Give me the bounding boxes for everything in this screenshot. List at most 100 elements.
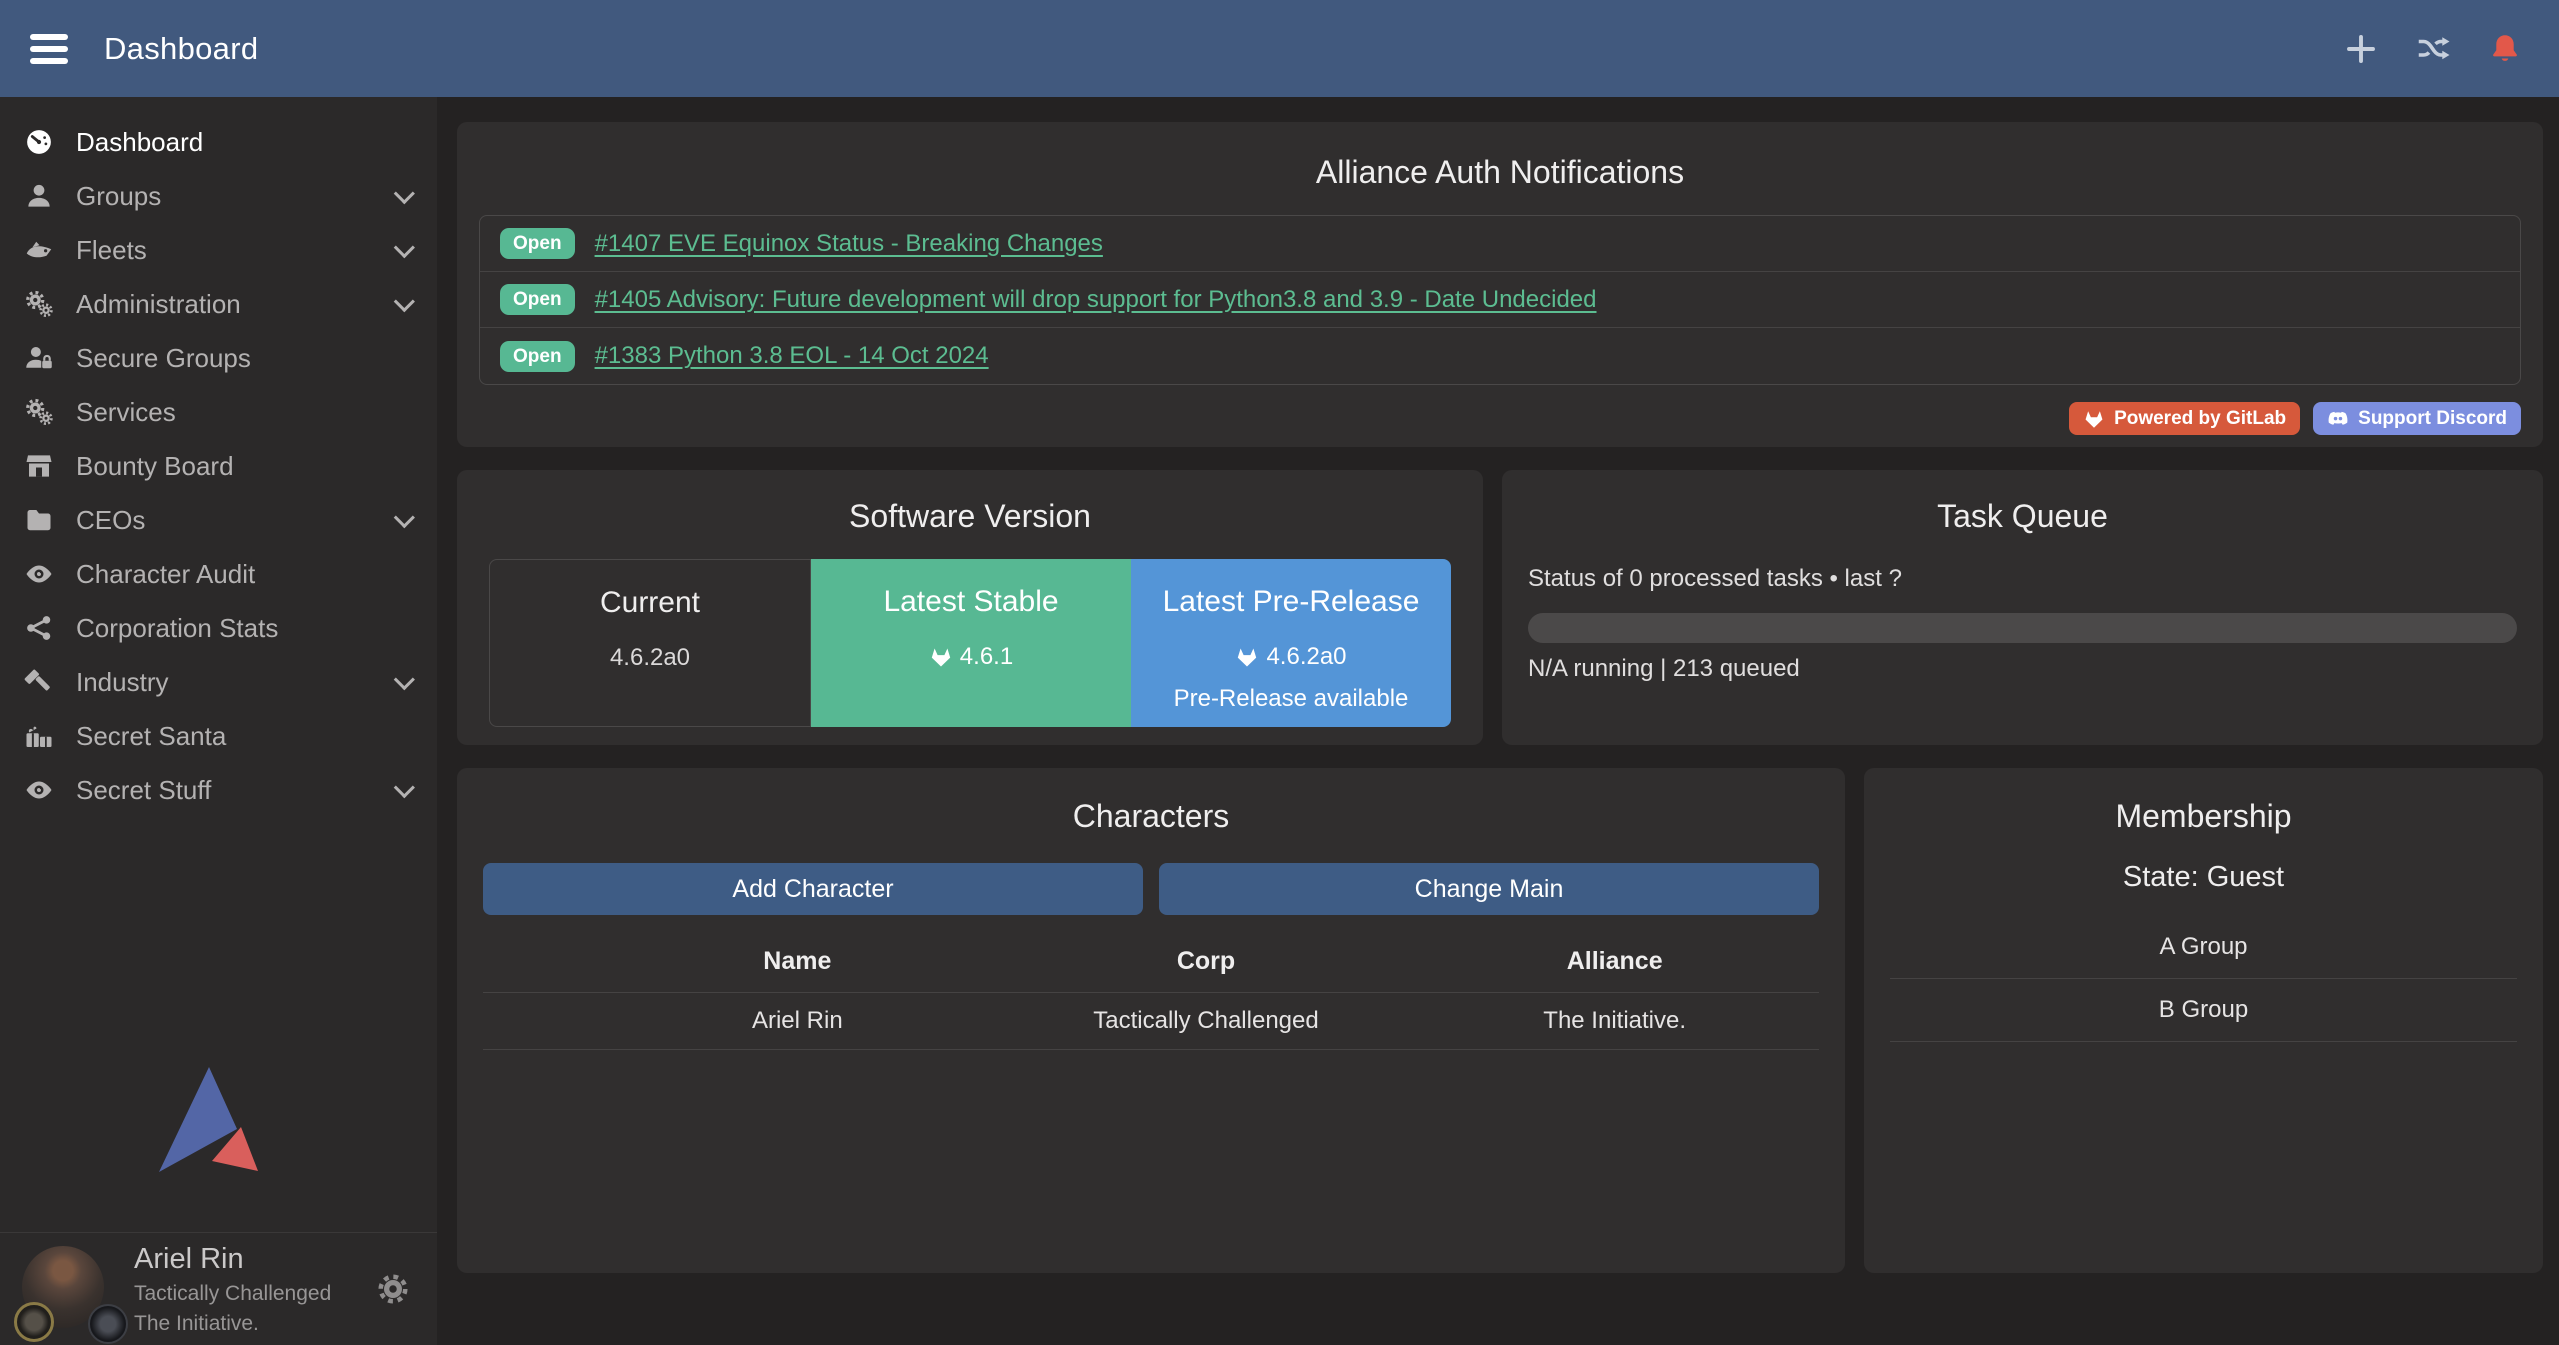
share-nodes-icon [24, 613, 54, 643]
sidebar-item-label: Dashboard [76, 127, 417, 158]
sidebar-item-label: Groups [76, 181, 394, 212]
sidebar-item-fleets[interactable]: Fleets [0, 223, 437, 277]
support-discord-badge[interactable]: Support Discord [2313, 402, 2521, 435]
sidebar-item-label: Bounty Board [76, 451, 417, 482]
membership-title: Membership [1890, 798, 2517, 835]
sidebar-item-secret-santa[interactable]: Secret Santa [0, 709, 437, 763]
chevron-down-icon [394, 183, 415, 204]
gifts-icon [24, 721, 54, 751]
status-badge-open: Open [500, 228, 575, 259]
add-character-button[interactable]: Add Character [483, 863, 1143, 915]
software-version-columns: Current 4.6.2a0 Latest Stable 4.6.1 Late… [489, 559, 1451, 727]
user-panel: Ariel Rin Tactically Challenged The Init… [0, 1232, 437, 1345]
top-navbar: Dashboard [0, 0, 2559, 97]
membership-state: State: Guest [1890, 861, 2517, 894]
chevron-down-icon [394, 237, 415, 258]
sidebar-item-administration[interactable]: Administration [0, 277, 437, 331]
notifications-title: Alliance Auth Notifications [479, 154, 2521, 191]
membership-group: B Group [1890, 979, 2517, 1042]
main-content: Alliance Auth Notifications Open #1407 E… [437, 97, 2559, 1345]
software-version-panel: Software Version Current 4.6.2a0 Latest … [457, 470, 1483, 745]
sidebar-item-character-audit[interactable]: Character Audit [0, 547, 437, 601]
folder-icon [24, 505, 54, 535]
column-title: Latest Pre-Release [1131, 585, 1451, 619]
sidebar-item-secure-groups[interactable]: Secure Groups [0, 331, 437, 385]
current-version: 4.6.2a0 [490, 644, 810, 672]
sidebar-item-services[interactable]: Services [0, 385, 437, 439]
pre-release-version[interactable]: 4.6.2a0 [1131, 643, 1451, 671]
software-current-column: Current 4.6.2a0 [489, 559, 811, 727]
sidebar-item-corporation-stats[interactable]: Corporation Stats [0, 601, 437, 655]
sidebar-item-groups[interactable]: Groups [0, 169, 437, 223]
character-alliance: The Initiative. [1410, 1007, 1819, 1035]
notification-list: Open #1407 EVE Equinox Status - Breaking… [479, 215, 2521, 385]
user-info: Ariel Rin Tactically Challenged The Init… [134, 1243, 375, 1336]
notification-row: Open #1383 Python 3.8 EOL - 14 Oct 2024 [480, 328, 2520, 384]
gitlab-icon [929, 645, 953, 669]
gitlab-icon [1235, 645, 1259, 669]
badge-label: Support Discord [2358, 408, 2507, 430]
sidebar-item-secret-stuff[interactable]: Secret Stuff [0, 763, 437, 817]
version-text: 4.6.1 [960, 643, 1013, 671]
chevron-down-icon [394, 507, 415, 528]
user-corp: Tactically Challenged [134, 1282, 375, 1306]
menu-icon[interactable] [30, 34, 68, 64]
notification-link[interactable]: #1405 Advisory: Future development will … [595, 286, 1597, 314]
characters-table: Name Corp Alliance Ariel Rin Tactically … [483, 929, 1819, 1050]
badge-label: Powered by GitLab [2114, 408, 2286, 430]
page-title: Dashboard [104, 31, 258, 67]
sidebar-item-label: Character Audit [76, 559, 417, 590]
character-name: Ariel Rin [593, 1007, 1002, 1035]
membership-group: A Group [1890, 916, 2517, 979]
name-column-header: Name [593, 947, 1002, 976]
person-icon [24, 181, 54, 211]
notifications-footer: Powered by GitLab Support Discord [479, 402, 2521, 435]
person-lock-icon [24, 343, 54, 373]
eye-icon [24, 775, 54, 805]
sidebar-item-label: Secret Stuff [76, 775, 394, 806]
shuffle-icon[interactable] [2415, 31, 2451, 67]
sidebar-item-label: Secret Santa [76, 721, 417, 752]
stable-version[interactable]: 4.6.1 [811, 643, 1131, 671]
pre-release-note: Pre-Release available [1131, 685, 1451, 713]
dashboard-gauge-icon [24, 127, 54, 157]
column-title: Latest Stable [811, 585, 1131, 619]
table-row: Ariel Rin Tactically Challenged The Init… [483, 992, 1819, 1050]
sidebar-item-label: Administration [76, 289, 394, 320]
task-queue-status: Status of 0 processed tasks • last ? [1528, 565, 2517, 593]
alliance-column-header: Alliance [1410, 947, 1819, 976]
software-version-title: Software Version [489, 498, 1451, 535]
user-alliance: The Initiative. [134, 1312, 375, 1336]
notification-bell-icon[interactable] [2487, 31, 2523, 67]
user-avatar[interactable] [22, 1246, 108, 1332]
sidebar-item-label: CEOs [76, 505, 394, 536]
gears-icon [24, 397, 54, 427]
sidebar-item-label: Services [76, 397, 417, 428]
sidebar-item-label: Corporation Stats [76, 613, 417, 644]
corp-logo-badge [14, 1302, 54, 1342]
sidebar-item-bounty-board[interactable]: Bounty Board [0, 439, 437, 493]
characters-panel: Characters Add Character Change Main Nam… [457, 768, 1845, 1273]
task-queue-title: Task Queue [1528, 498, 2517, 535]
change-main-button[interactable]: Change Main [1159, 863, 1819, 915]
membership-panel: Membership State: Guest A Group B Group [1864, 768, 2543, 1273]
notification-link[interactable]: #1407 EVE Equinox Status - Breaking Chan… [595, 230, 1103, 258]
sidebar-item-dashboard[interactable]: Dashboard [0, 115, 437, 169]
powered-by-gitlab-badge[interactable]: Powered by GitLab [2069, 402, 2300, 435]
sidebar-item-ceos[interactable]: CEOs [0, 493, 437, 547]
chevron-down-icon [394, 777, 415, 798]
chevron-down-icon [394, 669, 415, 690]
notification-link[interactable]: #1383 Python 3.8 EOL - 14 Oct 2024 [595, 342, 989, 370]
notification-row: Open #1405 Advisory: Future development … [480, 272, 2520, 328]
column-title: Current [490, 586, 810, 620]
settings-gear-icon[interactable] [375, 1271, 411, 1307]
add-icon[interactable] [2343, 31, 2379, 67]
version-text: 4.6.2a0 [1266, 643, 1346, 671]
task-queue-counts: N/A running | 213 queued [1528, 655, 2517, 683]
user-name: Ariel Rin [134, 1243, 375, 1276]
characters-buttons: Add Character Change Main [483, 863, 1819, 915]
alliance-auth-logo [159, 1064, 279, 1190]
sidebar-item-label: Industry [76, 667, 394, 698]
sidebar-item-industry[interactable]: Industry [0, 655, 437, 709]
table-header-row: Name Corp Alliance [483, 929, 1819, 992]
